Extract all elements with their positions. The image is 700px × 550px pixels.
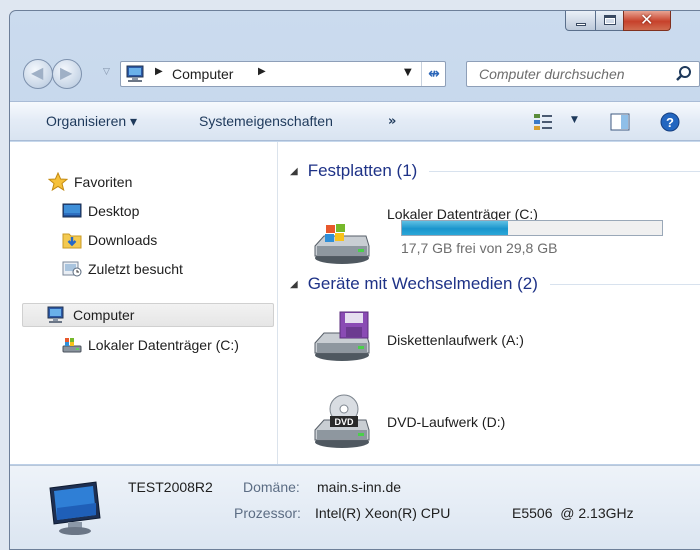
domain-label: Domäne: bbox=[243, 479, 300, 495]
back-button[interactable]: ◀ bbox=[23, 59, 53, 89]
drive-name: Diskettenlaufwerk (A:) bbox=[387, 332, 524, 348]
close-button[interactable]: ✕ bbox=[623, 11, 671, 31]
minimize-icon bbox=[576, 23, 586, 26]
help-icon[interactable]: ? bbox=[660, 112, 680, 132]
breadcrumb-separator-icon[interactable]: ▶ bbox=[155, 66, 163, 77]
file-pane: ◢ Festplatten (1) Lokaler Datenträger (C… bbox=[280, 142, 700, 464]
group-removable-devices[interactable]: ◢ Geräte mit Wechselmedien (2) bbox=[290, 274, 700, 294]
computer-icon bbox=[126, 65, 144, 82]
processor-value: Intel(R) Xeon(R) CPU bbox=[315, 505, 451, 521]
computer-icon bbox=[49, 481, 101, 535]
breadcrumb-computer[interactable]: Computer bbox=[172, 66, 233, 82]
collapse-arrow-icon[interactable]: ◢ bbox=[290, 279, 298, 290]
minimize-button[interactable] bbox=[565, 11, 596, 31]
processor-label: Prozessor: bbox=[234, 505, 301, 521]
search-box[interactable]: Computer durchsuchen bbox=[466, 61, 700, 87]
sidebar-item-label: Lokaler Datenträger (C:) bbox=[88, 337, 239, 353]
title-bar: ✕ bbox=[10, 11, 700, 53]
preview-pane-icon[interactable] bbox=[610, 112, 630, 132]
collapse-arrow-icon[interactable]: ◢ bbox=[290, 166, 298, 177]
group-hard-disks[interactable]: ◢ Festplatten (1) bbox=[290, 161, 700, 181]
drive-name: DVD-Laufwerk (D:) bbox=[387, 414, 506, 430]
sidebar-item-computer[interactable]: Computer bbox=[22, 303, 274, 327]
navigation-row: ◀ ▶ ▽ ▶ Computer ▶ ▼ ↮ Computer durchsuc… bbox=[10, 56, 700, 90]
drive-d[interactable]: DVD DVD-Laufwerk (D:) bbox=[304, 382, 604, 452]
processor-model: E5506 @ 2.13GHz bbox=[512, 505, 634, 521]
search-input[interactable]: Computer durchsuchen bbox=[479, 66, 625, 82]
sidebar-item-desktop[interactable]: Desktop bbox=[62, 199, 139, 223]
sidebar-item-label: Computer bbox=[73, 307, 135, 323]
group-title: Festplatten (1) bbox=[307, 161, 418, 180]
forward-button[interactable]: ▶ bbox=[52, 59, 82, 89]
dvd-drive-icon: DVD bbox=[314, 394, 370, 448]
back-arrow-icon: ◀ bbox=[31, 63, 44, 82]
organize-button[interactable]: Organisieren ▾ bbox=[46, 113, 137, 130]
explorer-window: ✕ ◀ ▶ ▽ ▶ Computer ▶ ▼ ↮ Computer durchs… bbox=[9, 10, 700, 550]
change-view-icon[interactable] bbox=[532, 112, 556, 132]
more-commands-button[interactable]: » bbox=[388, 114, 396, 129]
domain-value: main.s-inn.de bbox=[317, 479, 402, 495]
group-divider bbox=[549, 283, 700, 285]
navigation-pane: Favoriten Desktop Downloads Zuletzt besu… bbox=[10, 142, 278, 464]
drive-a[interactable]: Diskettenlaufwerk (A:) bbox=[304, 302, 604, 366]
maximize-icon bbox=[604, 15, 616, 25]
maximize-button[interactable] bbox=[595, 11, 624, 31]
sidebar-item-downloads[interactable]: Downloads bbox=[62, 228, 157, 252]
computer-icon bbox=[47, 306, 64, 323]
drive-usage-bar bbox=[401, 220, 663, 236]
favorites-header[interactable]: Favoriten bbox=[48, 170, 132, 194]
command-bar: Organisieren ▾ Systemeigenschaften » ▼ ? bbox=[10, 101, 700, 141]
recent-places-icon bbox=[62, 261, 82, 277]
group-title: Geräte mit Wechselmedien (2) bbox=[307, 274, 538, 293]
desktop-icon bbox=[62, 203, 82, 218]
svg-text:DVD: DVD bbox=[334, 417, 354, 427]
sidebar-item-recent-places[interactable]: Zuletzt besucht bbox=[62, 257, 183, 281]
drive-usage-bar-fill bbox=[402, 221, 508, 235]
sidebar-item-label: Downloads bbox=[88, 232, 158, 248]
group-divider bbox=[429, 170, 700, 172]
content-area: Favoriten Desktop Downloads Zuletzt besu… bbox=[10, 142, 700, 464]
drive-free-space: 17,7 GB frei von 29,8 GB bbox=[401, 240, 558, 256]
sidebar-item-label: Desktop bbox=[88, 203, 140, 219]
favorites-label: Favoriten bbox=[74, 174, 133, 190]
breadcrumb-separator-icon[interactable]: ▶ bbox=[258, 66, 266, 77]
address-dropdown-icon[interactable]: ▼ bbox=[404, 67, 412, 78]
search-icon[interactable] bbox=[674, 64, 694, 84]
forward-arrow-icon: ▶ bbox=[60, 63, 73, 82]
refresh-button[interactable]: ↮ bbox=[421, 62, 446, 86]
svg-text:?: ? bbox=[666, 115, 674, 130]
computer-name: TEST2008R2 bbox=[128, 479, 213, 495]
close-icon: ✕ bbox=[640, 10, 654, 29]
sidebar-item-label: Zuletzt besucht bbox=[88, 261, 183, 277]
sidebar-item-local-disk[interactable]: Lokaler Datenträger (C:) bbox=[62, 333, 239, 357]
details-pane: TEST2008R2 Domäne: main.s-inn.de Prozess… bbox=[10, 465, 700, 549]
view-options-dropdown-icon[interactable]: ▼ bbox=[571, 115, 578, 125]
recent-pages-dropdown[interactable]: ▽ bbox=[103, 67, 115, 79]
downloads-folder-icon bbox=[62, 233, 82, 249]
star-icon bbox=[48, 172, 68, 192]
address-bar[interactable]: ▶ Computer ▶ ▼ ↮ bbox=[120, 61, 446, 87]
hard-disk-icon bbox=[314, 224, 370, 264]
local-disk-icon bbox=[62, 338, 82, 353]
system-properties-button[interactable]: Systemeigenschaften bbox=[199, 113, 333, 129]
floppy-drive-icon bbox=[314, 311, 370, 361]
